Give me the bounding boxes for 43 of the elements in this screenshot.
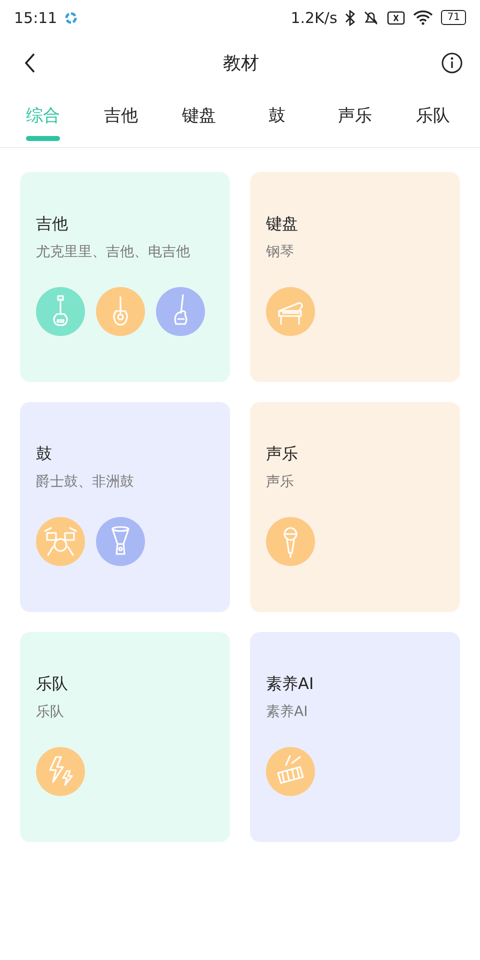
category-card[interactable]: 素养AI 素养AI <box>250 632 460 842</box>
back-icon <box>24 52 36 72</box>
card-subtitle: 素养AI <box>266 703 309 721</box>
app-icon <box>65 12 78 24</box>
status-time: 15:11 <box>14 8 58 26</box>
card-title: 乐队 <box>36 674 69 695</box>
card-title: 键盘 <box>266 214 299 235</box>
category-card[interactable]: 声乐 声乐 <box>250 402 460 612</box>
category-card[interactable]: 吉他 尤克里里、吉他、电吉他 <box>20 172 230 382</box>
battery-indicator: 71 <box>441 10 466 25</box>
guitar-icon[interactable] <box>96 287 145 336</box>
category-tab[interactable]: 声乐 <box>316 90 394 147</box>
card-title: 鼓 <box>36 444 53 465</box>
bluetooth-icon <box>345 10 356 26</box>
category-card[interactable]: 鼓 爵士鼓、非洲鼓 <box>20 402 230 612</box>
card-title: 素养AI <box>266 674 315 695</box>
xylophone-icon[interactable] <box>266 747 315 796</box>
info-button[interactable] <box>440 50 464 74</box>
network-speed: 1.2K/s <box>290 8 338 26</box>
card-subtitle: 钢琴 <box>266 243 295 261</box>
card-subtitle: 尤克里里、吉他、电吉他 <box>36 243 191 261</box>
lightning-icon[interactable] <box>36 747 85 796</box>
ukulele-icon[interactable] <box>36 287 85 336</box>
piano-icon[interactable] <box>266 287 315 336</box>
category-tab[interactable]: 鼓 <box>238 90 316 147</box>
category-tab[interactable]: 吉他 <box>82 90 160 147</box>
page-title: 教材 <box>223 52 259 74</box>
category-card[interactable]: 键盘 钢琴 <box>250 172 460 382</box>
bass-icon[interactable] <box>156 287 205 336</box>
bell-off-icon <box>363 10 380 26</box>
category-tab[interactable]: 键盘 <box>160 90 238 147</box>
drums-icon[interactable] <box>36 517 85 566</box>
card-subtitle: 乐队 <box>36 703 65 721</box>
microphone-icon[interactable] <box>266 517 315 566</box>
category-tab[interactable]: 乐队 <box>394 90 472 147</box>
card-subtitle: 声乐 <box>266 473 295 491</box>
card-title: 吉他 <box>36 214 69 235</box>
djembe-icon[interactable] <box>96 517 145 566</box>
card-subtitle: 爵士鼓、非洲鼓 <box>36 473 135 491</box>
card-title: 声乐 <box>266 444 299 465</box>
category-card[interactable]: 乐队 乐队 <box>20 632 230 842</box>
info-icon <box>441 52 463 74</box>
wifi-icon <box>413 10 434 25</box>
